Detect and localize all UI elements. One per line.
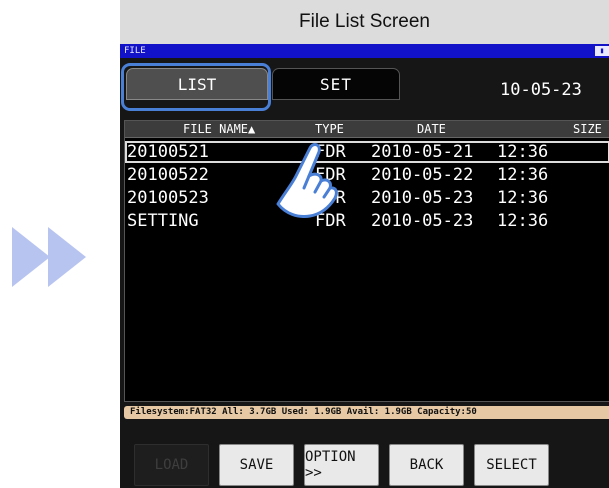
double-chevron-right-icon	[12, 227, 86, 287]
tab-set[interactable]: SET	[272, 68, 400, 100]
file-row[interactable]: 20100522 FDR 2010-05-22 12:36	[125, 164, 609, 186]
column-name-header[interactable]: FILE NAME▲	[183, 121, 255, 137]
file-date: 2010-05-23	[371, 211, 474, 231]
title-bar: FILE ▮	[120, 44, 609, 58]
option-button[interactable]: OPTION >>	[304, 444, 379, 486]
tab-highlight-frame	[121, 63, 271, 111]
file-date: 2010-05-23	[371, 188, 474, 208]
current-date: 10-05-23	[500, 80, 582, 100]
title-label: FILE	[124, 46, 146, 56]
file-time: 12:36	[497, 142, 549, 162]
file-row[interactable]: 20100521 FDR 2010-05-21 12:36	[125, 141, 609, 163]
file-time: 12:36	[497, 165, 549, 185]
file-name: 20100523	[127, 188, 209, 208]
pointing-hand-icon	[276, 143, 338, 218]
load-button[interactable]: LOAD	[134, 444, 209, 486]
battery-icon: ▮	[595, 46, 609, 56]
file-date: 2010-05-22	[371, 165, 474, 185]
file-row[interactable]: SETTING FDR 2010-05-23 12:36	[125, 210, 609, 232]
column-type-header[interactable]: TYPE	[315, 121, 344, 137]
select-button[interactable]: SELECT	[474, 444, 549, 486]
back-button[interactable]: BACK	[389, 444, 464, 486]
file-time: 12:36	[497, 188, 549, 208]
file-list-panel: FILE NAME▲ TYPE DATE SIZE 20100521 FDR 2…	[124, 120, 609, 402]
file-row[interactable]: 20100523 FDR 2010-05-23 12:36	[125, 187, 609, 209]
column-size-header[interactable]: SIZE	[573, 121, 602, 137]
save-button[interactable]: SAVE	[219, 444, 294, 486]
file-name: 20100522	[127, 165, 209, 185]
file-date: 2010-05-21	[371, 142, 474, 162]
file-name: 20100521	[127, 142, 209, 162]
file-time: 12:36	[497, 211, 549, 231]
screen-caption: File List Screen	[120, 0, 609, 44]
filesystem-status-bar: Filesystem:FAT32 All: 3.7GB Used: 1.9GB …	[124, 406, 609, 419]
file-list-header: FILE NAME▲ TYPE DATE SIZE	[125, 121, 609, 138]
column-date-header[interactable]: DATE	[417, 121, 446, 137]
file-name: SETTING	[127, 211, 199, 231]
device-screen: FILE ▮ LIST SET 10-05-23 FILE NAME▲ TYPE…	[120, 44, 609, 488]
